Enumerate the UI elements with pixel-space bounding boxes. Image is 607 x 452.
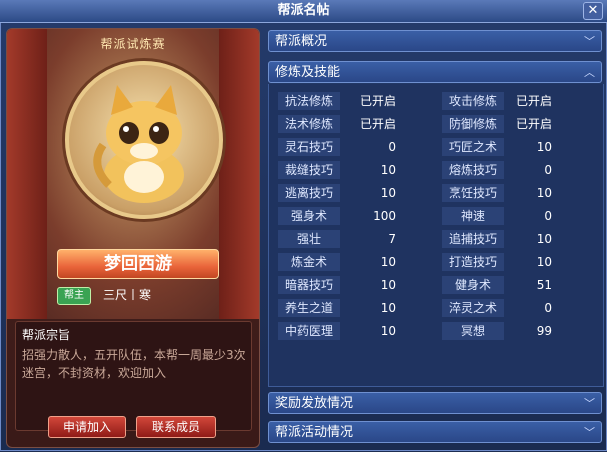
skill-value: 10 bbox=[380, 324, 396, 338]
guild-card-panel: 帮派试炼赛 梦回西游 帮主 三尺丨寒 帮派宗旨 招强力散人，五开队伍，本帮一周最… bbox=[6, 28, 260, 448]
skill-row: 追捕技巧 10 bbox=[442, 230, 552, 248]
skill-row: 暗器技巧 10 bbox=[278, 276, 396, 294]
skill-name: 健身术 bbox=[442, 276, 504, 294]
skill-row: 法术修炼 已开启 bbox=[278, 115, 396, 133]
curtain-left bbox=[7, 29, 47, 319]
window-titlebar: 帮派名帖 bbox=[0, 0, 607, 23]
skill-name: 灵石技巧 bbox=[278, 138, 340, 156]
leader-name: 三尺丨寒 bbox=[103, 288, 152, 302]
trial-title: 帮派试炼赛 bbox=[100, 37, 166, 51]
skill-row: 强身术 100 bbox=[278, 207, 396, 225]
join-guild-button[interactable]: 申请加入 bbox=[48, 416, 126, 438]
skill-name: 神速 bbox=[442, 207, 504, 225]
skill-value: 10 bbox=[536, 140, 552, 154]
skill-name: 淬灵之术 bbox=[442, 299, 504, 317]
role-badge: 帮主 bbox=[57, 287, 91, 305]
skill-name: 中药医理 bbox=[278, 322, 340, 340]
curtain-right bbox=[219, 29, 259, 319]
chevron-down-icon: ﹀ bbox=[584, 35, 595, 48]
skill-name: 强身术 bbox=[278, 207, 340, 225]
skill-value: 10 bbox=[536, 186, 552, 200]
skill-value: 已开启 bbox=[359, 94, 396, 108]
skill-row: 打造技巧 10 bbox=[442, 253, 552, 271]
skill-name: 法术修炼 bbox=[278, 115, 340, 133]
skill-row: 裁缝技巧 10 bbox=[278, 161, 396, 179]
skill-value: 10 bbox=[380, 255, 396, 269]
skill-value: 0 bbox=[544, 209, 552, 223]
skill-row: 养生之道 10 bbox=[278, 299, 396, 317]
motto-title: 帮派宗旨 bbox=[22, 328, 71, 342]
skill-name: 打造技巧 bbox=[442, 253, 504, 271]
section-activity-header[interactable]: 帮派活动情况 ﹀ bbox=[268, 421, 602, 443]
skill-name: 熔炼技巧 bbox=[442, 161, 504, 179]
skill-row: 攻击修炼 已开启 bbox=[442, 92, 552, 110]
section-cultivation-header[interactable]: 修炼及技能 ︿ bbox=[268, 61, 602, 83]
contact-members-button[interactable]: 联系成员 bbox=[136, 416, 216, 438]
motto-text: 招强力散人，五开队伍，本帮一周最少3次迷宫，不封资材，欢迎加入 bbox=[22, 348, 246, 380]
skill-row: 防御修炼 已开启 bbox=[442, 115, 552, 133]
skill-row: 健身术 51 bbox=[442, 276, 552, 294]
skills-table: 抗法修炼 已开启 法术修炼 已开启 灵石技巧 0 裁缝技巧 10 逃离技巧 10 强身术 100 强壮 7… bbox=[268, 84, 604, 387]
chevron-down-icon: ﹀ bbox=[584, 426, 595, 439]
skill-name: 暗器技巧 bbox=[278, 276, 340, 294]
skill-name: 裁缝技巧 bbox=[278, 161, 340, 179]
skill-row: 逃离技巧 10 bbox=[278, 184, 396, 202]
skill-row: 抗法修炼 已开启 bbox=[278, 92, 396, 110]
skill-name: 抗法修炼 bbox=[278, 92, 340, 110]
skill-row: 巧匠之术 10 bbox=[442, 138, 552, 156]
skill-value: 51 bbox=[536, 278, 552, 292]
skill-value: 99 bbox=[536, 324, 552, 338]
skill-row: 中药医理 10 bbox=[278, 322, 396, 340]
skill-name: 逃离技巧 bbox=[278, 184, 340, 202]
skill-value: 10 bbox=[380, 163, 396, 177]
skill-name: 攻击修炼 bbox=[442, 92, 504, 110]
guild-name-banner: 梦回西游 bbox=[57, 249, 219, 279]
skill-value: 10 bbox=[536, 255, 552, 269]
section-overview-header[interactable]: 帮派概况 ﹀ bbox=[268, 30, 602, 52]
skill-value: 已开启 bbox=[515, 94, 552, 108]
skill-value: 10 bbox=[380, 301, 396, 315]
section-rewards-header[interactable]: 奖励发放情况 ﹀ bbox=[268, 392, 602, 414]
section-rewards-label: 奖励发放情况 bbox=[275, 396, 354, 411]
skill-row: 烹饪技巧 10 bbox=[442, 184, 552, 202]
skill-value: 0 bbox=[544, 163, 552, 177]
skill-row: 炼金术 10 bbox=[278, 253, 396, 271]
skill-value: 10 bbox=[380, 186, 396, 200]
skill-row: 熔炼技巧 0 bbox=[442, 161, 552, 179]
section-activity-label: 帮派活动情况 bbox=[275, 425, 354, 440]
skill-row: 神速 0 bbox=[442, 207, 552, 225]
skill-name: 炼金术 bbox=[278, 253, 340, 271]
skill-row: 冥想 99 bbox=[442, 322, 552, 340]
section-cultivation-label: 修炼及技能 bbox=[275, 65, 341, 80]
skill-name: 冥想 bbox=[442, 322, 504, 340]
chevron-up-icon: ︿ bbox=[584, 66, 595, 79]
skill-row: 强壮 7 bbox=[278, 230, 396, 248]
skill-row: 淬灵之术 0 bbox=[442, 299, 552, 317]
skill-name: 强壮 bbox=[278, 230, 340, 248]
skill-value: 7 bbox=[388, 232, 396, 246]
guild-emblem-portrait bbox=[65, 61, 223, 219]
skill-value: 0 bbox=[388, 140, 396, 154]
skill-value: 0 bbox=[544, 301, 552, 315]
chevron-down-icon: ﹀ bbox=[584, 397, 595, 410]
close-button[interactable]: ✕ bbox=[583, 2, 603, 20]
skill-name: 防御修炼 bbox=[442, 115, 504, 133]
skill-name: 追捕技巧 bbox=[442, 230, 504, 248]
skill-value: 10 bbox=[380, 278, 396, 292]
close-icon: ✕ bbox=[587, 3, 599, 18]
window-title: 帮派名帖 bbox=[277, 3, 330, 18]
section-overview-label: 帮派概况 bbox=[275, 34, 328, 49]
skill-name: 巧匠之术 bbox=[442, 138, 504, 156]
skill-name: 养生之道 bbox=[278, 299, 340, 317]
skill-value: 已开启 bbox=[359, 117, 396, 131]
cat-mascot-icon bbox=[93, 85, 184, 203]
skill-value: 已开启 bbox=[515, 117, 552, 131]
portrait-stage: 帮派试炼赛 梦回西游 帮主 三尺丨寒 bbox=[7, 29, 259, 319]
guild-motto-box: 帮派宗旨 招强力散人，五开队伍，本帮一周最少3次迷宫，不封资材，欢迎加入 bbox=[15, 321, 252, 431]
skill-row: 灵石技巧 0 bbox=[278, 138, 396, 156]
skill-value: 10 bbox=[536, 232, 552, 246]
skill-name: 烹饪技巧 bbox=[442, 184, 504, 202]
skill-value: 100 bbox=[373, 209, 396, 223]
